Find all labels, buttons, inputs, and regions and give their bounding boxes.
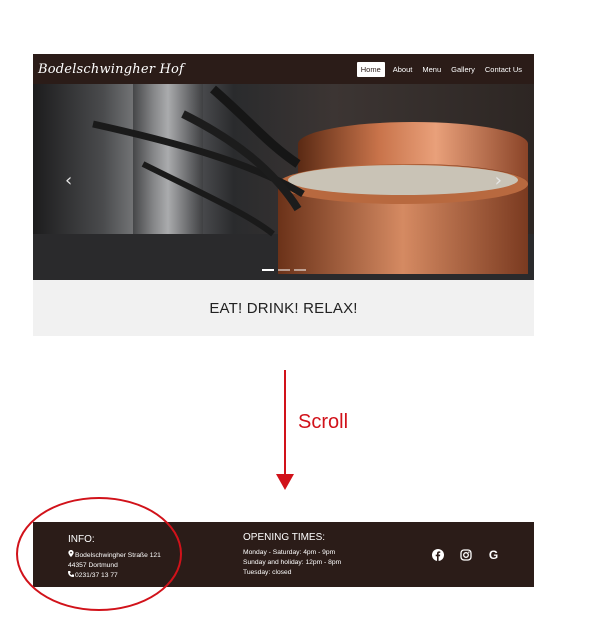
footer-hours: OPENING TIMES: Monday - Saturday: 4pm - … [243, 532, 341, 578]
map-marker-icon [68, 550, 75, 561]
nav-item-about[interactable]: About [391, 62, 415, 77]
scroll-label: Scroll [298, 411, 349, 433]
tagline: EAT! DRINK! RELAX! [209, 299, 358, 317]
social-links: G [431, 548, 500, 561]
nav-item-home[interactable]: Home [356, 61, 385, 77]
hours-heading: OPENING TIMES: [243, 532, 326, 543]
phone-line[interactable]: 0231/37 13 77 [68, 571, 161, 581]
footer-info: INFO: Bodelschwingher Straße 121 44357 D… [68, 534, 161, 581]
carousel-next-button[interactable]: › [495, 172, 502, 190]
info-heading: INFO: [68, 534, 95, 545]
carousel-prev-button[interactable]: ‹ [65, 172, 72, 190]
google-icon[interactable]: G [487, 548, 500, 561]
address-street: Bodelschwingher Straße 121 [75, 552, 161, 559]
address-city: 44357 Dortmund [68, 562, 118, 569]
facebook-icon[interactable] [431, 548, 444, 561]
carousel-indicator[interactable] [277, 269, 290, 271]
phone-icon [68, 571, 75, 581]
carousel-indicator[interactable] [261, 269, 274, 271]
instagram-icon[interactable] [459, 548, 472, 561]
nav-item-contact-us[interactable]: Contact Us [483, 62, 524, 77]
hero-carousel: ‹ › [33, 84, 534, 280]
website-preview: Bodelschwingher Hof Home About Menu Gall… [33, 54, 534, 336]
carousel-indicators [33, 269, 534, 271]
hero-image [33, 84, 534, 280]
carousel-indicator[interactable] [293, 269, 306, 271]
address-line: Bodelschwingher Straße 121 [68, 550, 161, 561]
phone-number[interactable]: 0231/37 13 77 [75, 572, 118, 579]
brand-logo[interactable]: Bodelschwingher Hof [38, 62, 184, 77]
nav-item-gallery[interactable]: Gallery [449, 62, 477, 77]
nav-menu: Home About Menu Gallery Contact Us [356, 61, 524, 77]
footer: INFO: Bodelschwingher Straße 121 44357 D… [33, 522, 534, 587]
nav-item-menu[interactable]: Menu [420, 62, 443, 77]
hours-line: Tuesday: closed [243, 569, 292, 576]
tagline-section: EAT! DRINK! RELAX! [33, 280, 534, 336]
hours-line: Sunday and holiday: 12pm - 8pm [243, 559, 342, 566]
scroll-arrow-icon [276, 474, 294, 490]
scroll-arrow-line [284, 370, 286, 476]
navbar: Bodelschwingher Hof Home About Menu Gall… [33, 54, 534, 84]
hours-line: Monday - Saturday: 4pm - 9pm [243, 549, 336, 556]
